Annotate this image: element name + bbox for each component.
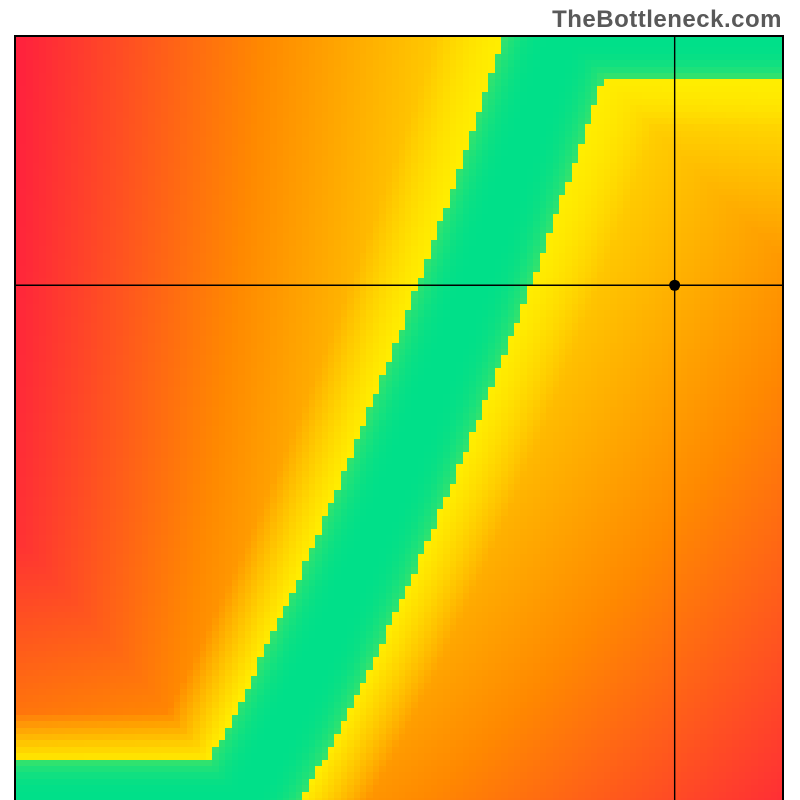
watermark-label: TheBottleneck.com (552, 6, 782, 34)
bottleneck-heatmap (14, 35, 784, 800)
chart-container: TheBottleneck.com (0, 0, 800, 800)
